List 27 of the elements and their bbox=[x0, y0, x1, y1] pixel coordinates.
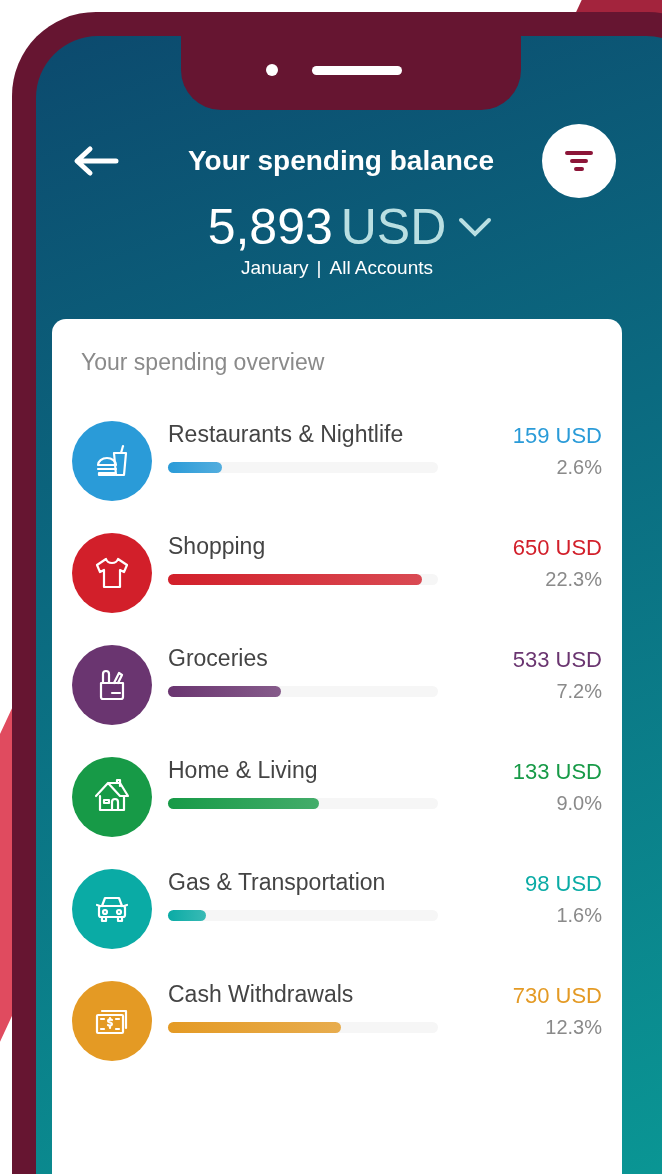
category-name: Cash Withdrawals bbox=[168, 980, 355, 1009]
category-share: 12.3% bbox=[545, 1015, 602, 1040]
period-label: January bbox=[240, 256, 309, 280]
balance-amount: 5,893 bbox=[207, 202, 333, 252]
category-name: Restaurants & Nightlife bbox=[168, 420, 405, 449]
category-amount: 533 USD bbox=[512, 646, 602, 674]
category-name: Gas & Transportation bbox=[168, 868, 387, 897]
overview-title: Your spending overview bbox=[81, 347, 326, 377]
page-title: Your spending balance bbox=[188, 144, 494, 178]
category-name: Shopping bbox=[168, 532, 267, 561]
accounts-label: All Accounts bbox=[329, 256, 433, 280]
category-amount: 98 USD bbox=[524, 870, 602, 898]
category-amount: 730 USD bbox=[512, 982, 602, 1010]
category-share: 9.0% bbox=[556, 791, 602, 816]
currency-dropdown[interactable]: USD bbox=[340, 202, 493, 252]
category-share: 22.3% bbox=[545, 567, 602, 592]
category-amount: 133 USD bbox=[512, 758, 602, 786]
filter-icon bbox=[564, 149, 594, 173]
category-share: 2.6% bbox=[556, 455, 602, 480]
category-name: Groceries bbox=[168, 644, 269, 673]
category-share: 1.6% bbox=[556, 903, 602, 928]
category-share: 7.2% bbox=[556, 679, 602, 704]
category-name: Home & Living bbox=[168, 756, 319, 785]
separator-text: | bbox=[316, 256, 322, 280]
category-amount: 650 USD bbox=[512, 534, 602, 562]
category-amount: 159 USD bbox=[512, 422, 602, 450]
chevron-down-icon bbox=[458, 216, 493, 238]
